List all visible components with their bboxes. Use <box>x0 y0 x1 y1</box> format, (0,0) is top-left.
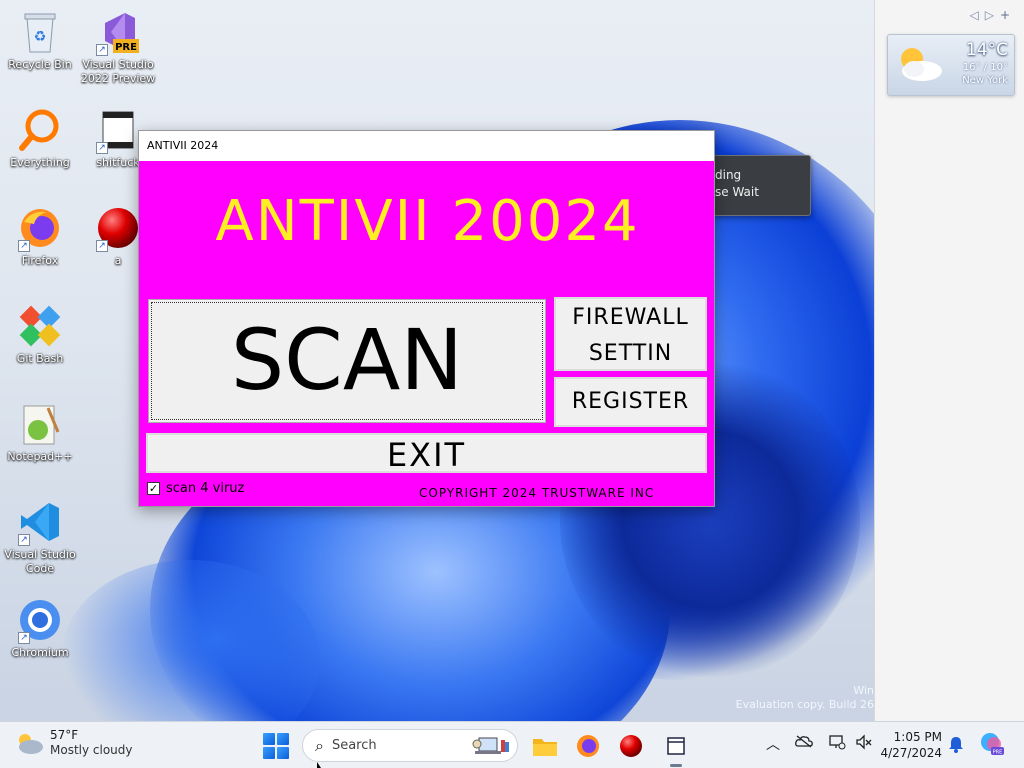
git-bash-icon <box>16 302 64 350</box>
register-button[interactable]: REGISTER <box>554 377 707 427</box>
watermark-line1: Win <box>853 684 874 697</box>
taskbar-weather-temp: 57°F <box>50 728 79 742</box>
scan-virus-checkbox-row[interactable]: ✓ scan 4 viruz <box>147 481 244 496</box>
weather-gadget[interactable]: 14°C 16° / 10° New York <box>887 34 1015 96</box>
desktop-icon-label: Visual Studio 2022 Preview <box>80 58 156 85</box>
clock-time: 1:05 PM <box>893 730 942 744</box>
gadget-nav: ◁▷+ <box>969 8 1016 22</box>
shortcut-arrow-icon: ↗ <box>18 240 30 252</box>
desktop-icon-firefox[interactable]: ↗ Firefox <box>0 204 80 268</box>
firefox-icon: ↗ <box>16 204 64 252</box>
add-gadget-icon[interactable]: + <box>1000 8 1016 22</box>
gadget-sidebar: ◁▷+ 14°C 16° / 10° New York <box>874 0 1024 721</box>
svg-text:PRE: PRE <box>993 750 1003 756</box>
taskbar: 57°F Mostly cloudy ⌕ Search ︿ 1:05 PM 4/… <box>0 721 1024 768</box>
antivii-app-icon <box>667 737 685 755</box>
search-highlight-icon <box>469 734 511 758</box>
cloudy-icon <box>14 731 44 755</box>
firewall-settings-button[interactable]: FIREWALL SETTIN <box>554 297 707 371</box>
exit-button[interactable]: EXIT <box>146 433 707 474</box>
desktop-icon-label: Chromium <box>11 646 69 659</box>
red-ball-icon: ↗ <box>94 204 142 252</box>
checkbox-label: scan 4 viruz <box>166 481 245 496</box>
window-titlebar[interactable]: ANTIVII 2024 <box>139 131 714 161</box>
gadget-city: New York <box>962 75 1008 86</box>
search-placeholder: Search <box>331 738 377 753</box>
desktop-icon-chromium[interactable]: ↗ Chromium <box>0 596 80 660</box>
evaluation-watermark: Win Evaluation copy. Build 26 <box>734 684 874 712</box>
firefox-icon <box>577 735 599 757</box>
desktop-icon-label: Git Bash <box>16 352 64 365</box>
desktop-icon-label: Everything <box>10 156 70 169</box>
shortcut-arrow-icon: ↗ <box>96 44 108 56</box>
taskbar-red-ball-app[interactable] <box>615 730 647 762</box>
taskbar-firefox[interactable] <box>572 730 604 762</box>
desktop-icon-everything[interactable]: Everything <box>0 106 80 170</box>
scan-virus-checkbox[interactable]: ✓ <box>147 482 160 495</box>
volume-muted-icon[interactable] <box>855 734 873 754</box>
desktop-icon-visual-studio-preview[interactable]: PRE ↗ Visual Studio 2022 Preview <box>78 8 158 86</box>
chromium-icon: ↗ <box>16 596 64 644</box>
taskbar-weather-desc: Mostly cloudy <box>50 743 133 757</box>
clock-date: 4/27/2024 <box>880 746 942 760</box>
desktop-icon-label: Firefox <box>21 254 59 267</box>
taskbar-file-explorer[interactable] <box>529 730 561 762</box>
chevron-up-icon[interactable]: ︿ <box>766 734 780 754</box>
everything-search-icon <box>16 106 64 154</box>
start-button[interactable] <box>263 733 289 759</box>
shortcut-arrow-icon: ↗ <box>18 632 30 644</box>
mouse-cursor <box>317 762 321 768</box>
antivii-window: ANTIVII 2024 ANTIVII 20024 SCAN FIREWALL… <box>138 130 715 507</box>
prev-arrow-icon[interactable]: ◁ <box>969 8 984 22</box>
visual-studio-preview-icon: PRE ↗ <box>94 8 142 56</box>
taskbar-weather-text: 57°F Mostly cloudy <box>50 728 133 758</box>
file-explorer-icon <box>533 739 557 756</box>
svg-text:PRE: PRE <box>115 42 137 53</box>
taskbar-weather[interactable]: 57°F Mostly cloudy <box>14 728 133 758</box>
next-arrow-icon[interactable]: ▷ <box>985 8 1000 22</box>
film-document-icon: ↗ <box>94 106 142 154</box>
red-ball-icon <box>620 735 642 757</box>
loading-subtext: se Wait <box>715 185 759 199</box>
shortcut-arrow-icon: ↗ <box>96 142 108 154</box>
svg-text:♻: ♻ <box>34 29 47 45</box>
network-icon[interactable] <box>828 734 846 754</box>
search-box[interactable]: ⌕ Search <box>302 729 518 762</box>
watermark-line2: Evaluation copy. Build 26 <box>735 698 874 711</box>
app-heading: ANTIVII 20024 <box>215 189 640 254</box>
shortcut-arrow-icon: ↗ <box>18 534 30 546</box>
taskbar-clock[interactable]: 1:05 PM 4/27/2024 <box>880 729 942 761</box>
loading-text: ding <box>715 168 742 182</box>
onedrive-icon[interactable] <box>795 734 813 752</box>
vscode-icon: ↗ <box>16 498 64 546</box>
notepad-plus-plus-icon <box>16 400 64 448</box>
desktop-icon-recycle-bin[interactable]: ♻ Recycle Bin <box>0 8 80 72</box>
gadget-temperature: 14°C <box>965 40 1008 60</box>
desktop-icon-label: Notepad++ <box>7 450 73 463</box>
copilot-icon[interactable]: PRE <box>979 731 1005 761</box>
scan-button[interactable]: SCAN <box>148 299 546 423</box>
desktop-icon-label: Recycle Bin <box>8 58 72 71</box>
desktop-icon-git-bash[interactable]: Git Bash <box>0 302 80 366</box>
partly-cloudy-icon <box>894 43 946 87</box>
taskbar-antivii-app[interactable] <box>660 730 692 767</box>
start-icon <box>263 733 275 745</box>
desktop-icon-notepad-plus-plus[interactable]: Notepad++ <box>0 400 80 464</box>
desktop-icon-vscode[interactable]: ↗ Visual Studio Code <box>0 498 80 576</box>
copyright-text: COPYRIGHT 2024 TRUSTWARE INC <box>419 486 655 500</box>
shortcut-arrow-icon: ↗ <box>96 240 108 252</box>
recycle-bin-icon: ♻ <box>16 8 64 56</box>
search-icon: ⌕ <box>315 735 324 755</box>
gadget-temp-range: 16° / 10° <box>962 62 1008 73</box>
desktop-icon-label: Visual Studio Code <box>4 548 76 575</box>
notification-bell-icon[interactable] <box>948 735 964 757</box>
